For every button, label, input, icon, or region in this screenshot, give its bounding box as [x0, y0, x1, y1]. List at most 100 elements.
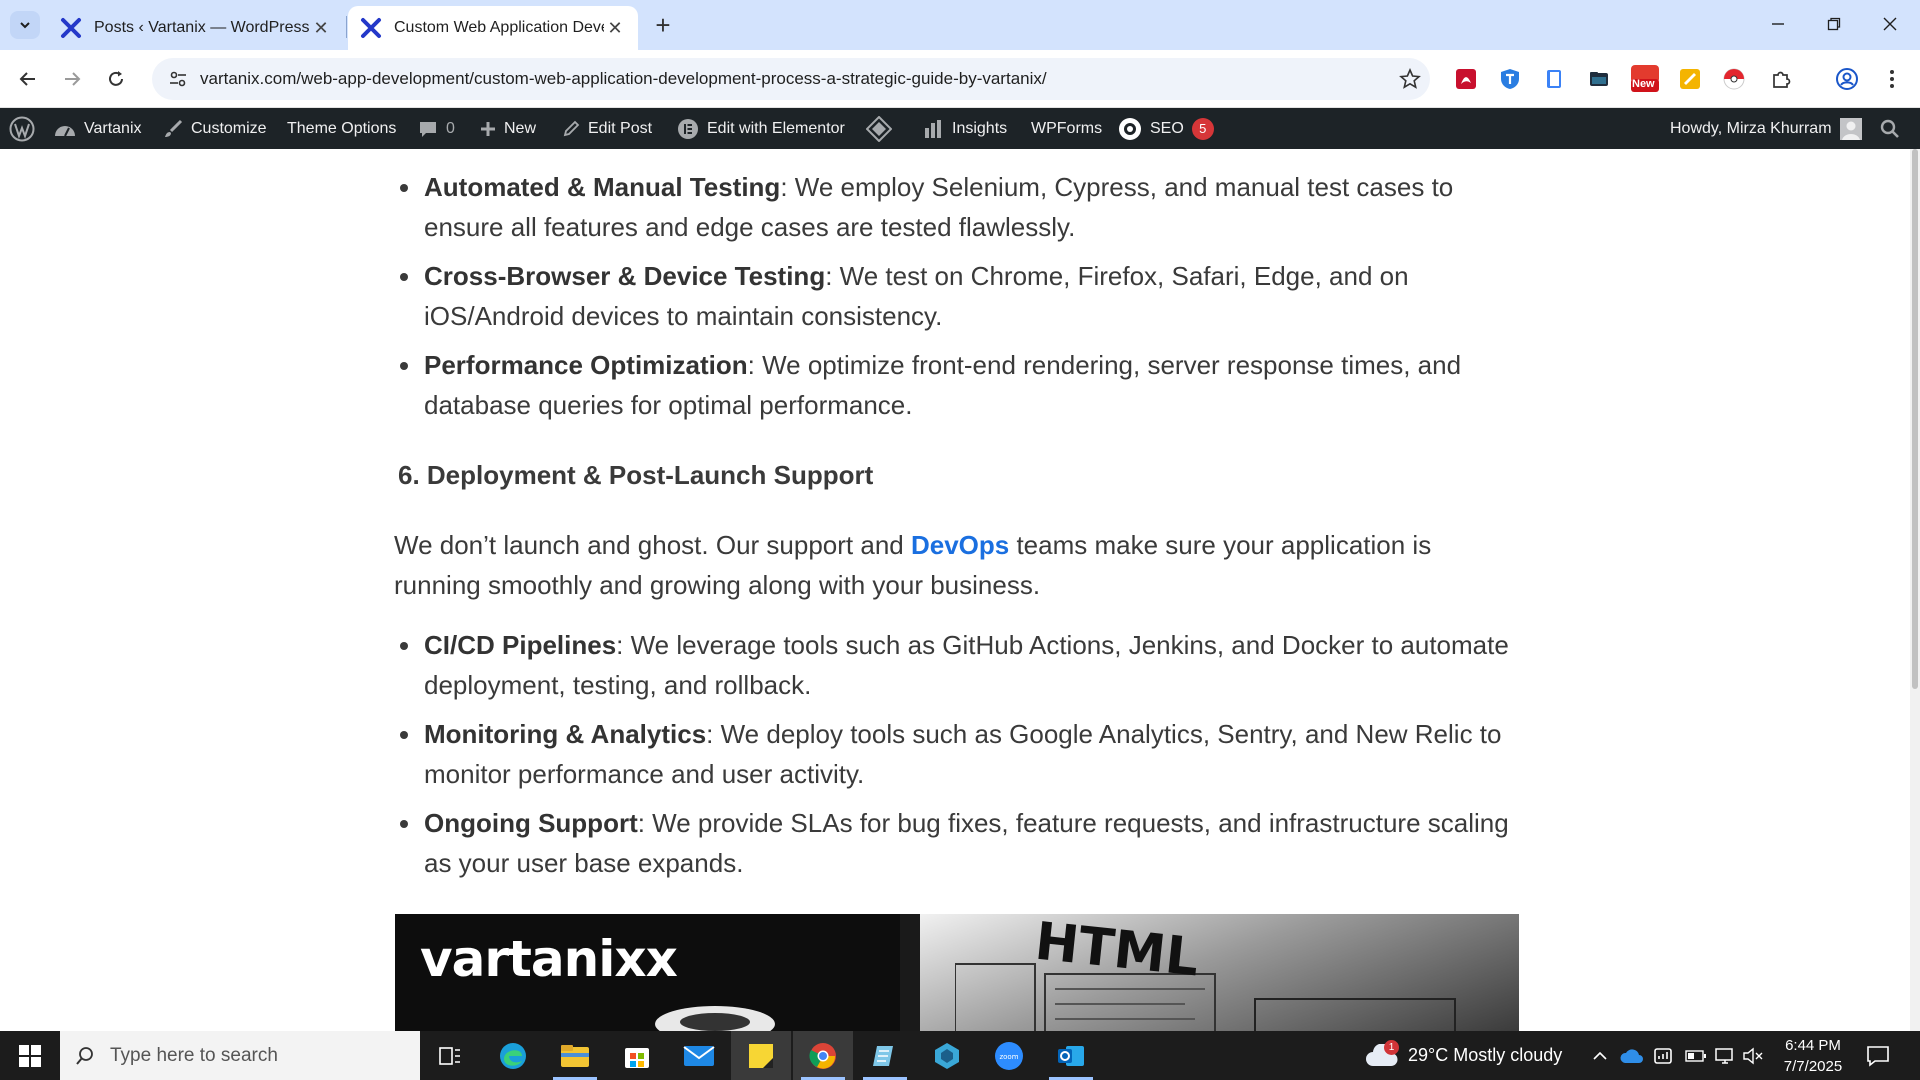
- tab-title: Custom Web Application Devel: [394, 19, 604, 36]
- deployment-list: CI/CD Pipelines: We leverage tools such …: [394, 625, 1519, 883]
- hex-app-icon[interactable]: [917, 1031, 977, 1080]
- adminbar-search-icon[interactable]: [1880, 108, 1900, 149]
- page-scrollbar[interactable]: [1910, 149, 1920, 1031]
- testing-list: Automated & Manual Testing: We employ Se…: [394, 167, 1519, 425]
- onedrive-icon[interactable]: [1620, 1031, 1644, 1080]
- back-arrow-icon[interactable]: [12, 63, 44, 95]
- restore-icon[interactable]: [1806, 0, 1862, 48]
- file-explorer-icon[interactable]: [545, 1031, 605, 1080]
- adminbar-site[interactable]: Vartanix: [54, 108, 142, 149]
- mail-icon[interactable]: [669, 1031, 729, 1080]
- scrollbar-thumb[interactable]: [1912, 149, 1918, 689]
- wordpress-logo-icon[interactable]: [9, 108, 35, 149]
- close-icon[interactable]: ✕: [310, 17, 332, 39]
- elementor-icon: [677, 118, 699, 140]
- weather-alert-badge: 1: [1384, 1039, 1399, 1055]
- diamond-plugin-icon[interactable]: [866, 108, 892, 149]
- kebab-menu-icon[interactable]: [1878, 65, 1906, 93]
- vartanix-logo: vartanixx: [420, 930, 678, 988]
- vartanix-favicon-icon: [60, 17, 82, 39]
- close-window-icon[interactable]: [1862, 0, 1918, 48]
- taskbar-search-box[interactable]: Type here to search: [60, 1031, 420, 1080]
- new-tab-plus-icon[interactable]: +: [650, 10, 676, 40]
- list-item: Automated & Manual Testing: We employ Se…: [394, 167, 1519, 247]
- minimize-icon[interactable]: [1750, 0, 1806, 48]
- search-placeholder: Type here to search: [110, 1044, 278, 1066]
- tab-posts[interactable]: Posts ‹ Vartanix — WordPress ✕: [48, 6, 344, 50]
- cloud-icon: 1: [1362, 1039, 1402, 1068]
- network-settings-icon[interactable]: [1653, 1031, 1675, 1080]
- zoom-icon[interactable]: zoom: [979, 1031, 1039, 1080]
- taskbar-clock[interactable]: 6:44 PM 7/7/2025: [1768, 1035, 1858, 1077]
- list-item-term: Cross-Browser & Device Testing: [424, 261, 826, 291]
- devops-link[interactable]: DevOps: [911, 530, 1009, 560]
- task-view-icon[interactable]: [420, 1031, 480, 1080]
- folder-icon[interactable]: [1585, 65, 1613, 93]
- adminbar-edit-post[interactable]: Edit Post: [562, 108, 652, 149]
- seo-gear-icon: [1118, 117, 1142, 141]
- adminbar-edit-elementor[interactable]: Edit with Elementor: [677, 108, 845, 149]
- adminbar-edit-post-label: Edit Post: [588, 119, 653, 137]
- list-item-term: Automated & Manual Testing: [424, 172, 781, 202]
- list-item-term: Ongoing Support: [424, 808, 638, 838]
- adminbar-edit-elementor-label: Edit with Elementor: [707, 119, 845, 137]
- comment-bubble-icon: [418, 119, 438, 139]
- shield-icon[interactable]: [1496, 65, 1524, 93]
- logo-mark: x: [645, 930, 678, 988]
- edge-browser-icon[interactable]: [483, 1031, 543, 1080]
- microsoft-store-icon[interactable]: [607, 1031, 667, 1080]
- adminbar-seo[interactable]: SEO 5: [1118, 108, 1214, 149]
- puzzle-icon[interactable]: [1767, 65, 1795, 93]
- weather-widget[interactable]: 1 29°C Mostly cloudy: [1362, 1031, 1562, 1080]
- new-badge-icon[interactable]: New: [1628, 65, 1662, 93]
- adminbar-howdy-label: Howdy, Mirza Khurram: [1670, 119, 1832, 137]
- tab-custom-web-app[interactable]: Custom Web Application Devel ✕: [348, 6, 638, 50]
- show-hidden-icons-chevron-icon[interactable]: [1592, 1031, 1608, 1080]
- tab-search-button[interactable]: [10, 11, 40, 39]
- bookmark-star-icon[interactable]: [1390, 68, 1430, 90]
- adminbar-new[interactable]: New: [480, 108, 536, 149]
- cup-illustration: [655, 1006, 775, 1031]
- address-bar[interactable]: vartanix.com/web-app-development/custom-…: [152, 58, 1430, 100]
- volume-muted-icon[interactable]: [1742, 1031, 1764, 1080]
- reload-icon[interactable]: [100, 63, 132, 95]
- adminbar-customize-label: Customize: [191, 119, 267, 137]
- adminbar-wpforms[interactable]: WPForms: [1031, 108, 1102, 149]
- notes-icon[interactable]: [1676, 65, 1704, 93]
- adminbar-new-label: New: [504, 119, 537, 137]
- notification-center-icon[interactable]: [1866, 1031, 1890, 1080]
- adminbar-theme-options[interactable]: Theme Options: [287, 108, 396, 149]
- outlook-icon[interactable]: [1041, 1031, 1101, 1080]
- pokeball-icon[interactable]: [1720, 65, 1748, 93]
- adminbar-insights[interactable]: Insights: [924, 108, 1007, 149]
- wifi-monitor-icon[interactable]: [1714, 1031, 1736, 1080]
- notepad-app-icon[interactable]: [855, 1031, 915, 1080]
- paintbrush-icon: [163, 119, 183, 139]
- avatar: [1839, 117, 1862, 140]
- clock-time: 6:44 PM: [1785, 1037, 1841, 1054]
- windows-taskbar: Type here to search zoom 1 29°C Mostly c…: [0, 1031, 1920, 1080]
- article-body: Automated & Manual Testing: We employ Se…: [394, 149, 1519, 892]
- windows-start-icon[interactable]: [0, 1031, 60, 1080]
- forward-arrow-icon[interactable]: [56, 63, 88, 95]
- list-item: Performance Optimization: We optimize fr…: [394, 345, 1519, 425]
- adminbar-customize[interactable]: Customize: [163, 108, 267, 149]
- pdf-icon[interactable]: [1452, 65, 1480, 93]
- wp-admin-bar: Vartanix Customize Theme Options 0 New E…: [0, 108, 1920, 149]
- list-item: Monitoring & Analytics: We deploy tools …: [394, 714, 1519, 794]
- site-info-icon[interactable]: [160, 69, 196, 89]
- chrome-icon[interactable]: [793, 1031, 853, 1080]
- doc-icon[interactable]: [1540, 65, 1568, 93]
- battery-icon[interactable]: [1685, 1031, 1707, 1080]
- sticky-notes-icon[interactable]: [731, 1031, 791, 1080]
- browser-tab-strip: Posts ‹ Vartanix — WordPress ✕ Custom We…: [0, 0, 1920, 50]
- adminbar-comments-count: 0: [446, 119, 455, 137]
- adminbar-comments[interactable]: 0: [418, 108, 455, 149]
- close-icon[interactable]: ✕: [604, 17, 626, 39]
- tab-title: Posts ‹ Vartanix — WordPress: [94, 19, 310, 36]
- adminbar-my-account[interactable]: Howdy, Mirza Khurram: [1670, 108, 1862, 149]
- logo-text: vartanix: [420, 930, 647, 988]
- image-divider: [900, 914, 920, 1031]
- paragraph-text: We don’t launch and ghost. Our support a…: [394, 530, 911, 560]
- profile-icon[interactable]: [1833, 65, 1861, 93]
